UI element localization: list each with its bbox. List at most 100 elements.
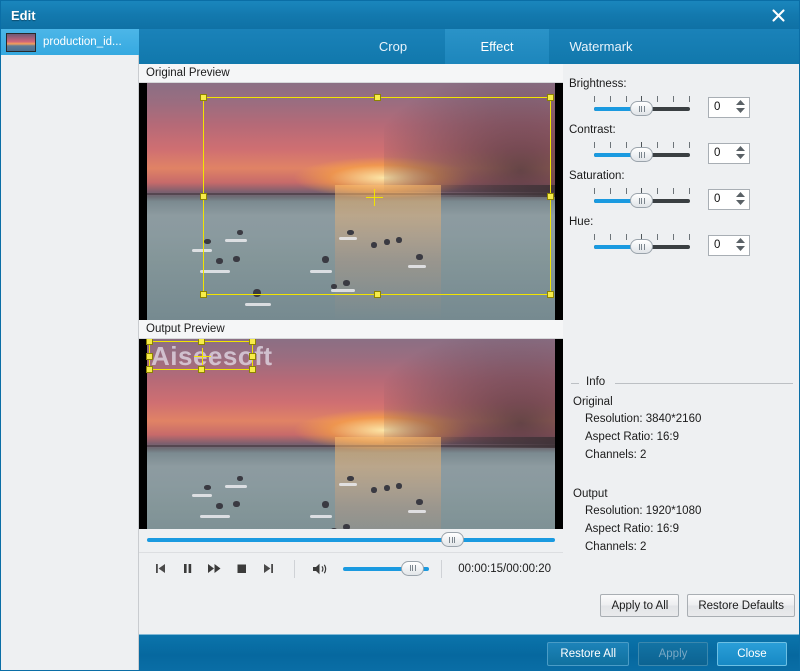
crop-handle-bc[interactable] bbox=[374, 291, 381, 298]
crop-handle-bl[interactable] bbox=[200, 291, 207, 298]
crop-handle-tl[interactable] bbox=[200, 94, 207, 101]
control-separator-2 bbox=[441, 559, 442, 578]
title-bar: Edit bbox=[1, 1, 799, 29]
contrast-slider[interactable] bbox=[594, 142, 690, 164]
preview-column: Original Preview Output Preview Aiseesof… bbox=[139, 64, 563, 634]
file-name-label: production_id... bbox=[43, 36, 122, 48]
watermark-handle-ml[interactable] bbox=[146, 353, 153, 360]
seek-row bbox=[139, 529, 563, 547]
brightness-slider[interactable] bbox=[594, 96, 690, 118]
brightness-control: Brightness: bbox=[569, 78, 791, 118]
crop-handle-br[interactable] bbox=[547, 291, 554, 298]
effect-settings-panel: Brightness: 0 Contrast: 0 Saturation: 0 … bbox=[563, 64, 799, 634]
hue-slider[interactable] bbox=[594, 234, 690, 256]
crop-handle-ml[interactable] bbox=[200, 193, 207, 200]
seek-slider-handle[interactable] bbox=[440, 532, 464, 547]
restore-defaults-button[interactable]: Restore Defaults bbox=[687, 594, 795, 617]
transport-controls: 00:00:15/00:00:20 bbox=[139, 529, 563, 634]
saturation-slider[interactable] bbox=[594, 188, 690, 210]
watermark-handle-bl[interactable] bbox=[146, 366, 153, 373]
watermark-selection-rect[interactable] bbox=[146, 339, 256, 373]
contrast-spin-up-icon[interactable] bbox=[736, 145, 745, 151]
watermark-handle-tr[interactable] bbox=[249, 339, 256, 345]
brightness-spinner[interactable] bbox=[708, 96, 750, 118]
hue-slider-handle[interactable] bbox=[630, 239, 654, 254]
tab-watermark[interactable]: Watermark bbox=[549, 29, 653, 64]
saturation-spin-up-icon[interactable] bbox=[736, 191, 745, 197]
stop-icon[interactable] bbox=[228, 556, 255, 582]
hue-input[interactable] bbox=[709, 236, 735, 254]
volume-slider-handle[interactable] bbox=[401, 560, 425, 576]
info-groupbox: Info Original Resolution: 3840*2160 Aspe… bbox=[571, 376, 793, 577]
playback-button-row: 00:00:15/00:00:20 bbox=[139, 552, 563, 584]
tab-effect[interactable]: Effect bbox=[445, 29, 549, 64]
panel-button-row: Apply to All Restore Defaults bbox=[571, 594, 795, 617]
info-output-channels: Channels: 2 bbox=[585, 541, 647, 553]
saturation-label: Saturation: bbox=[569, 170, 625, 182]
watermark-handle-tl[interactable] bbox=[146, 339, 153, 345]
contrast-slider-handle[interactable] bbox=[630, 147, 654, 162]
original-preview-video[interactable] bbox=[139, 83, 563, 320]
info-original-channels: Channels: 2 bbox=[585, 449, 647, 461]
watermark-handle-tc[interactable] bbox=[198, 339, 205, 345]
watermark-handle-mr[interactable] bbox=[249, 353, 256, 360]
saturation-spin-down-icon[interactable] bbox=[736, 199, 745, 205]
info-output-aspect-ratio: Aspect Ratio: 16:9 bbox=[585, 523, 679, 535]
crop-selection-rect[interactable] bbox=[200, 94, 554, 298]
crop-handle-tr[interactable] bbox=[547, 94, 554, 101]
original-preview-label: Original Preview bbox=[139, 64, 563, 83]
close-icon[interactable] bbox=[761, 3, 795, 27]
info-original-resolution: Resolution: 3840*2160 bbox=[585, 413, 702, 425]
window-title: Edit bbox=[11, 7, 36, 23]
contrast-spin-down-icon[interactable] bbox=[736, 153, 745, 159]
file-list-sidebar: production_id... bbox=[1, 29, 139, 670]
tab-crop-label: Crop bbox=[378, 39, 408, 54]
close-button[interactable]: Close bbox=[717, 641, 787, 666]
seek-slider[interactable] bbox=[147, 532, 555, 547]
brightness-slider-handle[interactable] bbox=[630, 101, 654, 116]
crop-handle-tc[interactable] bbox=[374, 94, 381, 101]
saturation-spinner[interactable] bbox=[708, 188, 750, 210]
file-list-item[interactable]: production_id... bbox=[1, 29, 139, 55]
brightness-input[interactable] bbox=[709, 98, 735, 116]
tab-effect-label: Effect bbox=[480, 39, 514, 54]
crop-center-crosshair-icon bbox=[366, 189, 383, 206]
info-legend: Info bbox=[571, 376, 793, 389]
output-preview-label: Output Preview bbox=[139, 320, 563, 339]
watermark-center-crosshair-icon bbox=[194, 348, 211, 365]
skip-next-icon[interactable] bbox=[255, 556, 282, 582]
restore-all-button[interactable]: Restore All bbox=[547, 641, 629, 666]
volume-speaker-icon[interactable] bbox=[307, 556, 334, 582]
watermark-handle-bc[interactable] bbox=[198, 366, 205, 373]
tab-watermark-label: Watermark bbox=[569, 39, 633, 54]
timecode-label: 00:00:15/00:00:20 bbox=[458, 562, 551, 575]
contrast-control: Contrast: bbox=[569, 124, 791, 164]
fast-forward-icon[interactable] bbox=[201, 556, 228, 582]
contrast-input[interactable] bbox=[709, 144, 735, 162]
saturation-control: Saturation: bbox=[569, 170, 791, 210]
skip-previous-icon[interactable] bbox=[147, 556, 174, 582]
tab-crop[interactable]: Crop bbox=[341, 29, 445, 64]
brightness-label: Brightness: bbox=[569, 78, 627, 90]
tab-bar: Crop Effect Watermark bbox=[139, 29, 799, 64]
edit-dialog: Edit Crop Effect Watermark production_id… bbox=[0, 0, 800, 671]
hue-control: Hue: bbox=[569, 216, 791, 256]
brightness-spin-up-icon[interactable] bbox=[736, 99, 745, 105]
content-area: Original Preview Output Preview Aiseesof… bbox=[139, 64, 799, 634]
crop-handle-mr[interactable] bbox=[547, 193, 554, 200]
pause-icon[interactable] bbox=[174, 556, 201, 582]
apply-button: Apply bbox=[638, 641, 708, 666]
contrast-spinner[interactable] bbox=[708, 142, 750, 164]
hue-spin-up-icon[interactable] bbox=[736, 237, 745, 243]
dialog-footer: Restore All Apply Close bbox=[139, 634, 799, 670]
brightness-spin-down-icon[interactable] bbox=[736, 107, 745, 113]
hue-spinner[interactable] bbox=[708, 234, 750, 256]
saturation-input[interactable] bbox=[709, 190, 735, 208]
apply-to-all-button[interactable]: Apply to All bbox=[600, 594, 680, 617]
saturation-slider-handle[interactable] bbox=[630, 193, 654, 208]
volume-slider[interactable] bbox=[343, 560, 429, 576]
hue-label: Hue: bbox=[569, 216, 594, 228]
footer-sidebar-filler bbox=[1, 634, 139, 670]
hue-spin-down-icon[interactable] bbox=[736, 245, 745, 251]
watermark-handle-br[interactable] bbox=[249, 366, 256, 373]
